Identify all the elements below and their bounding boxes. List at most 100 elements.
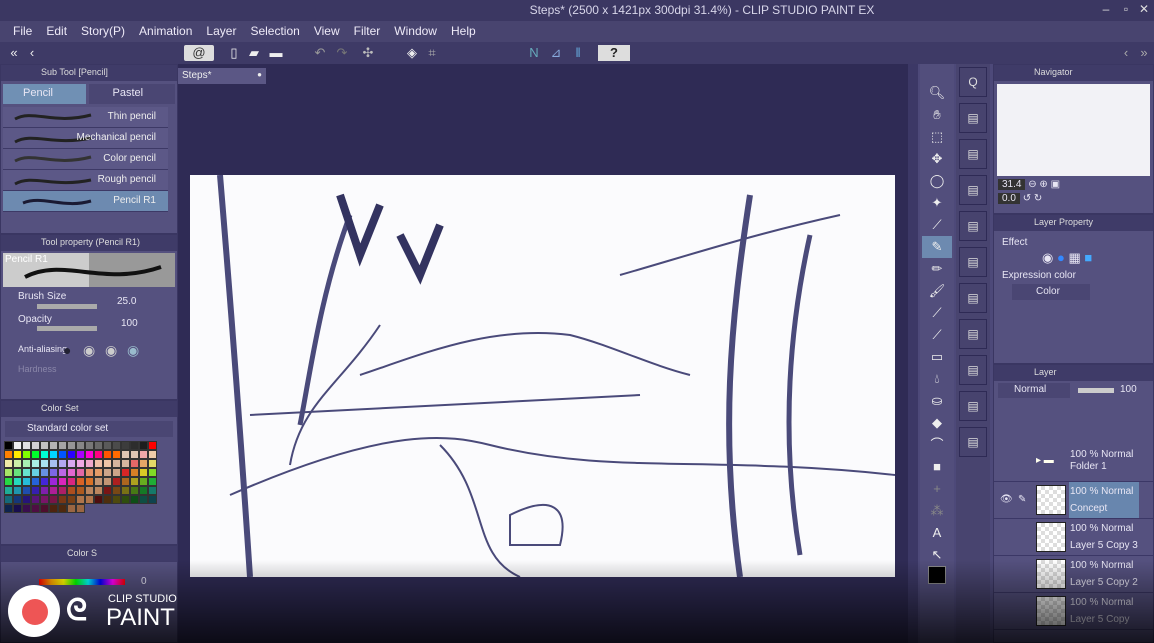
- color-swatch[interactable]: [94, 450, 103, 459]
- color-swatch[interactable]: [148, 495, 157, 504]
- color-swatch[interactable]: [121, 486, 130, 495]
- drawing-canvas[interactable]: [190, 174, 896, 578]
- antialias-none-icon[interactable]: ●: [63, 342, 71, 358]
- color-swatch[interactable]: [49, 504, 58, 513]
- color-swatch[interactable]: [13, 495, 22, 504]
- antialias-medium-icon[interactable]: ◉: [105, 342, 117, 359]
- brush-size-value[interactable]: 25.0: [117, 296, 136, 307]
- brush-pencil-r1[interactable]: Pencil R1: [3, 191, 168, 212]
- color-swatch[interactable]: [4, 468, 13, 477]
- layer-5-copy-2[interactable]: 100 % Normal Layer 5 Copy 2: [994, 556, 1153, 593]
- tab-pencil[interactable]: Pencil: [3, 84, 86, 104]
- layer-opacity-value[interactable]: 100: [1120, 384, 1137, 395]
- color-swatch[interactable]: [103, 486, 112, 495]
- color-swatch[interactable]: [4, 441, 13, 450]
- color-swatch[interactable]: [94, 495, 103, 504]
- color-swatch[interactable]: [22, 459, 31, 468]
- color-swatch[interactable]: [67, 459, 76, 468]
- color-swatch[interactable]: [148, 477, 157, 486]
- layer-folder-1[interactable]: ▸ ▬ 100 % Normal Folder 1: [994, 445, 1153, 482]
- snap-grid-icon[interactable]: ‖: [570, 45, 586, 61]
- color-swatch[interactable]: [58, 441, 67, 450]
- ruler-icon[interactable]: +: [922, 478, 952, 500]
- color-swatch[interactable]: [58, 486, 67, 495]
- collapse-right-icon[interactable]: »: [1136, 45, 1152, 61]
- dock-folder-icon[interactable]: ▤: [959, 175, 987, 205]
- color-swatch[interactable]: [31, 468, 40, 477]
- menu-filter[interactable]: Filter: [347, 21, 388, 42]
- dock-folder-icon[interactable]: ▤: [959, 391, 987, 421]
- expression-color-dropdown[interactable]: Color: [1012, 284, 1090, 300]
- color-swatch[interactable]: [148, 459, 157, 468]
- color-swatch[interactable]: [4, 495, 13, 504]
- color-swatch[interactable]: [112, 450, 121, 459]
- color-swatch[interactable]: [139, 441, 148, 450]
- color-swatch[interactable]: [31, 477, 40, 486]
- color-swatch[interactable]: [40, 450, 49, 459]
- color-swatch[interactable]: [40, 486, 49, 495]
- brush-tool-icon[interactable]: 🖌︎: [922, 280, 952, 302]
- redo-icon[interactable]: ↷: [334, 45, 350, 61]
- color-swatch[interactable]: [103, 450, 112, 459]
- zoom-in-icon[interactable]: ⊕: [1039, 179, 1047, 190]
- color-swatch[interactable]: [76, 450, 85, 459]
- color-swatch[interactable]: [58, 450, 67, 459]
- text-tool-icon[interactable]: A: [922, 522, 952, 544]
- color-swatch[interactable]: [121, 468, 130, 477]
- color-swatch[interactable]: [22, 468, 31, 477]
- color-swatch[interactable]: [13, 441, 22, 450]
- color-swatch[interactable]: [103, 459, 112, 468]
- rotation-value[interactable]: 0.0: [998, 193, 1020, 204]
- color-swatch[interactable]: [13, 459, 22, 468]
- color-swatch[interactable]: [49, 459, 58, 468]
- color-swatch[interactable]: [4, 459, 13, 468]
- color-swatch[interactable]: [148, 450, 157, 459]
- color-swatch[interactable]: [121, 450, 130, 459]
- opacity-value[interactable]: 100: [121, 318, 138, 329]
- color-swatch[interactable]: [49, 495, 58, 504]
- brush-rough-pencil[interactable]: Rough pencil: [3, 170, 168, 191]
- menu-layer[interactable]: Layer: [199, 21, 243, 42]
- save-icon[interactable]: ▬: [268, 45, 284, 61]
- snap-special-ruler-icon[interactable]: ⊿: [548, 45, 564, 61]
- zoom-out-icon[interactable]: ⊖: [1028, 179, 1036, 190]
- figure-icon[interactable]: ⌒: [922, 434, 952, 456]
- visibility-eye-icon[interactable]: 👁︎: [1000, 494, 1013, 505]
- color-swatch[interactable]: [31, 450, 40, 459]
- color-swatch[interactable]: [40, 504, 49, 513]
- menu-selection[interactable]: Selection: [243, 21, 306, 42]
- menu-window[interactable]: Window: [387, 21, 444, 42]
- color-swatch[interactable]: [22, 486, 31, 495]
- color-swatch[interactable]: [49, 486, 58, 495]
- color-swatch[interactable]: [49, 441, 58, 450]
- color-swatch[interactable]: [94, 459, 103, 468]
- auto-select-icon[interactable]: ✦: [922, 192, 952, 214]
- color-swatch[interactable]: [121, 495, 130, 504]
- color-swatch[interactable]: [139, 459, 148, 468]
- brush-size-slider[interactable]: [37, 304, 97, 309]
- color-swatch[interactable]: [13, 504, 22, 513]
- dock-folder-icon[interactable]: ▤: [959, 139, 987, 169]
- color-slider-tab[interactable]: Color S: [1, 546, 177, 562]
- undo-icon[interactable]: ↶: [312, 45, 328, 61]
- opacity-slider[interactable]: [37, 326, 97, 331]
- menu-file[interactable]: File: [6, 21, 39, 42]
- color-swatch[interactable]: [130, 468, 139, 477]
- color-swatch[interactable]: [22, 441, 31, 450]
- color-swatch[interactable]: [40, 495, 49, 504]
- tab-pastel[interactable]: Pastel: [88, 84, 175, 104]
- color-swatch[interactable]: [40, 477, 49, 486]
- color-swatch[interactable]: [31, 486, 40, 495]
- color-swatch[interactable]: [121, 459, 130, 468]
- collapse-left-icon[interactable]: «: [6, 45, 22, 61]
- texture-icon[interactable]: ▦: [1068, 250, 1080, 265]
- hue-slider[interactable]: [39, 579, 125, 585]
- color-swatch[interactable]: [40, 441, 49, 450]
- color-swatch[interactable]: [148, 468, 157, 477]
- new-file-icon[interactable]: ▯: [226, 45, 242, 61]
- dock-folder-icon[interactable]: ▤: [959, 247, 987, 277]
- tone-effect-icon[interactable]: ●: [1057, 250, 1065, 265]
- brush-thin-pencil[interactable]: Thin pencil: [3, 107, 168, 128]
- dock-folder-icon[interactable]: ▤: [959, 355, 987, 385]
- fit-icon[interactable]: ▣: [1051, 179, 1060, 190]
